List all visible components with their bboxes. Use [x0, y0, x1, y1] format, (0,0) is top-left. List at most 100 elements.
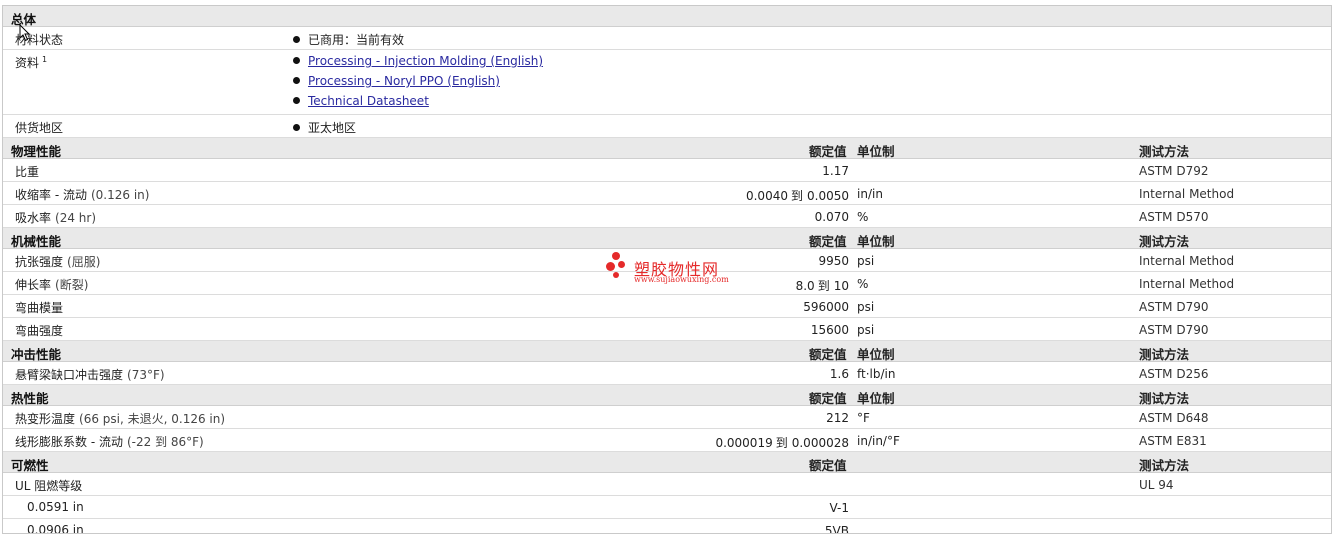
- property-unit: in/in/°F: [857, 434, 900, 448]
- property-value: V-1: [830, 501, 849, 515]
- section-title: 可燃性: [11, 458, 49, 473]
- property-value: 596000: [803, 300, 849, 314]
- property-label: 吸水率 (24 hr): [15, 209, 96, 226]
- property-value: 15600: [811, 323, 849, 337]
- property-label: 比重: [15, 163, 39, 180]
- property-name: UL 阻燃等级: [15, 479, 83, 493]
- property-row: 比重 1.17 ASTM D792: [3, 159, 1331, 182]
- property-label: 热变形温度 (66 psi, 未退火, 0.126 in): [15, 410, 225, 427]
- row-supply-region: 供货地区 亚太地区: [3, 115, 1331, 138]
- footnote-marker: 1: [42, 55, 48, 64]
- bullet-icon: [293, 124, 300, 131]
- property-condition: (24 hr): [55, 211, 97, 225]
- status-value: 已商用：当前有效: [308, 33, 405, 47]
- doc-link[interactable]: Technical Datasheet: [308, 94, 429, 108]
- column-header-value: 额定值: [809, 391, 847, 406]
- test-method: Internal Method: [1139, 254, 1235, 268]
- column-header-value: 额定值: [809, 347, 847, 362]
- property-row: UL 阻燃等级 UL 94: [3, 473, 1331, 496]
- property-condition: (66 psi, 未退火, 0.126 in): [79, 412, 226, 426]
- value-min: 15600: [810, 323, 849, 337]
- value-min: 0.0040: [745, 189, 788, 203]
- property-name: 0.0906 in: [27, 523, 84, 534]
- section-title: 物理性能: [11, 144, 62, 159]
- property-unit: in/in: [857, 187, 883, 201]
- bullet-icon: [293, 97, 300, 104]
- value-min: 9950: [818, 254, 849, 268]
- section-header-flammability: 可燃性 额定值 测试方法: [3, 452, 1331, 473]
- property-value: 1.17: [822, 164, 849, 178]
- property-condition: (0.126 in): [90, 188, 150, 202]
- doc-link[interactable]: Processing - Injection Molding (English): [308, 54, 543, 68]
- region-value: 亚太地区: [308, 121, 357, 135]
- property-name: 吸水率: [15, 211, 52, 225]
- property-name: 伸长率: [15, 278, 52, 292]
- property-condition: (断裂): [55, 278, 89, 292]
- property-name: 弯曲强度: [15, 324, 64, 338]
- test-method: ASTM D790: [1139, 300, 1209, 314]
- test-method: ASTM D790: [1139, 323, 1209, 337]
- bullet-icon: [293, 77, 300, 84]
- property-condition: (73°F): [127, 368, 165, 382]
- test-method: ASTM D256: [1139, 367, 1209, 381]
- section-header-mechanical: 机械性能 额定值 单位制 测试方法: [3, 228, 1331, 249]
- property-row: 弯曲强度 15600 psi ASTM D790: [3, 318, 1331, 341]
- row-documents: 资料 1 Processing - Injection Molding (Engl…: [3, 50, 1331, 115]
- property-value: 1.6: [830, 367, 849, 381]
- property-label: 抗张强度 (屈服): [15, 253, 100, 270]
- test-method: Internal Method: [1139, 277, 1235, 291]
- property-unit: ft·lb/in: [857, 367, 896, 381]
- section-header-physical: 物理性能 额定值 单位制 测试方法: [3, 138, 1331, 159]
- property-name: 比重: [15, 165, 40, 179]
- property-name: 热变形温度: [15, 412, 76, 426]
- value-min: 1.17: [822, 164, 849, 178]
- property-row: 热变形温度 (66 psi, 未退火, 0.126 in) 212 °F ASTM D6…: [3, 406, 1331, 429]
- column-header-unit: 单位制: [857, 347, 895, 362]
- doc-link-item: Processing - Noryl PPO (English): [293, 74, 500, 88]
- property-value: 212: [826, 411, 849, 425]
- property-row: 线形膨胀系数 - 流动 (-22 到 86°F) 0.000019 到 0.000028…: [3, 429, 1331, 452]
- value-min: 0.000019: [715, 436, 773, 450]
- doc-link[interactable]: Processing - Noryl PPO (English): [308, 74, 500, 88]
- property-row: 0.0906 in 5VB: [3, 519, 1331, 534]
- property-label: 伸长率 (断裂): [15, 276, 88, 293]
- property-row: 收缩率 - 流动 (0.126 in) 0.0040 到 0.0050 in/in Inte…: [3, 182, 1331, 205]
- property-condition: (-22 到 86°F): [126, 435, 204, 449]
- property-value: 0.070: [815, 210, 849, 224]
- property-unit: psi: [857, 300, 875, 314]
- test-method: UL 94: [1139, 478, 1174, 492]
- section-title: 热性能: [11, 391, 49, 406]
- range-separator: 到: [775, 436, 788, 450]
- bullet-icon: [293, 57, 300, 64]
- row-material-status: 材料状态 已商用：当前有效: [3, 27, 1331, 50]
- property-unit: °F: [857, 411, 870, 425]
- value-min: 5VB: [824, 524, 849, 534]
- value-min: 596000: [803, 300, 849, 314]
- property-unit: psi: [857, 254, 875, 268]
- row-label: 供货地区: [15, 121, 64, 135]
- property-row: 弯曲模量 596000 psi ASTM D790: [3, 295, 1331, 318]
- value-min: 0.070: [814, 210, 849, 224]
- row-label: 资料 1: [15, 55, 48, 70]
- property-condition: (屈服): [67, 255, 101, 269]
- section-title: 机械性能: [11, 234, 62, 249]
- value-max: 0.000028: [791, 436, 849, 450]
- range-separator: 到: [817, 279, 830, 293]
- property-value: 9950: [818, 254, 849, 268]
- section-header-thermal: 热性能 额定值 单位制 测试方法: [3, 385, 1331, 406]
- property-name: 线形膨胀系数 - 流动: [15, 435, 123, 449]
- range-separator: 到: [790, 189, 803, 203]
- bullet-icon: [293, 36, 300, 43]
- property-unit: psi: [857, 323, 875, 337]
- column-header-method: 测试方法: [1139, 234, 1190, 249]
- property-value: 5VB: [824, 524, 849, 534]
- doc-link-item: Technical Datasheet: [293, 94, 429, 108]
- column-header-unit: 单位制: [857, 144, 895, 159]
- property-value: 8.0 到 10: [796, 277, 849, 294]
- property-value: 0.0040 到 0.0050: [746, 187, 849, 204]
- test-method: ASTM E831: [1139, 434, 1207, 448]
- property-label: 弯曲强度: [15, 322, 63, 339]
- value-min: V-1: [829, 501, 849, 515]
- value-max: 10: [833, 279, 849, 293]
- value-max: 0.0050: [807, 189, 849, 203]
